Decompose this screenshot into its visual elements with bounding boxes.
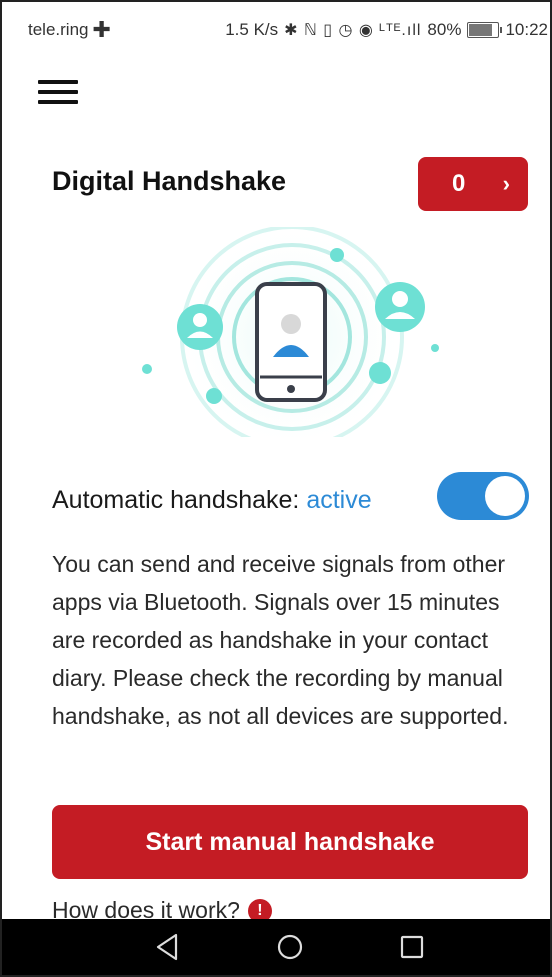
system-nav-bar	[2, 919, 550, 975]
counter-value: 0	[452, 170, 466, 197]
start-manual-handshake-button[interactable]: Start manual handshake	[52, 805, 528, 879]
signal-dot	[431, 344, 439, 352]
phone-icon	[255, 282, 327, 402]
carrier: tele.ring ✚	[28, 17, 111, 42]
description-text: You can send and receive signals from ot…	[52, 551, 509, 729]
back-triangle-icon[interactable]	[148, 929, 188, 965]
signal-dot	[206, 388, 222, 404]
network-speed: 1.5 K/s	[225, 20, 279, 39]
hamburger-menu-icon[interactable]	[38, 80, 78, 104]
status-indicators: 1.5 K/s ✱ ℕ ▯ ◷ ◉ ᴸᵀᴱ.ıll 80% 10:22	[225, 20, 548, 40]
home-circle-icon[interactable]	[270, 929, 310, 965]
toggle-knob	[485, 476, 525, 516]
status-bar: tele.ring ✚ 1.5 K/s ✱ ℕ ▯ ◷ ◉ ᴸᵀᴱ.ıll 80…	[2, 2, 550, 58]
app-screen: tele.ring ✚ 1.5 K/s ✱ ℕ ▯ ◷ ◉ ᴸᵀᴱ.ıll 80…	[0, 0, 552, 977]
contact-person-icon	[177, 304, 223, 350]
carrier-plus-icon: ✚	[92, 17, 111, 42]
handshake-illustration	[142, 227, 439, 437]
auto-handshake-state: active	[306, 486, 372, 514]
battery-percent: 80%	[427, 20, 462, 39]
signal-dot	[369, 362, 391, 384]
recents-square-icon[interactable]	[392, 929, 432, 965]
contact-person-icon	[375, 282, 425, 332]
clock: 10:22	[505, 20, 548, 39]
chevron-right-icon: ›	[502, 171, 510, 196]
auto-handshake-toggle[interactable]	[437, 472, 529, 520]
auto-handshake-label: Automatic handshake: active	[52, 486, 372, 514]
page-title: Digital Handshake	[52, 166, 287, 196]
status-icons: ✱ ℕ ▯ ◷ ◉ ᴸᵀᴱ.ıll	[284, 22, 422, 39]
battery-icon	[467, 22, 503, 38]
handshake-counter-button[interactable]: 0 ›	[418, 157, 528, 211]
carrier-name: tele.ring	[28, 20, 89, 39]
signal-dot	[330, 248, 344, 262]
auto-handshake-row: Automatic handshake: active	[52, 472, 529, 520]
signal-dot	[142, 364, 152, 374]
